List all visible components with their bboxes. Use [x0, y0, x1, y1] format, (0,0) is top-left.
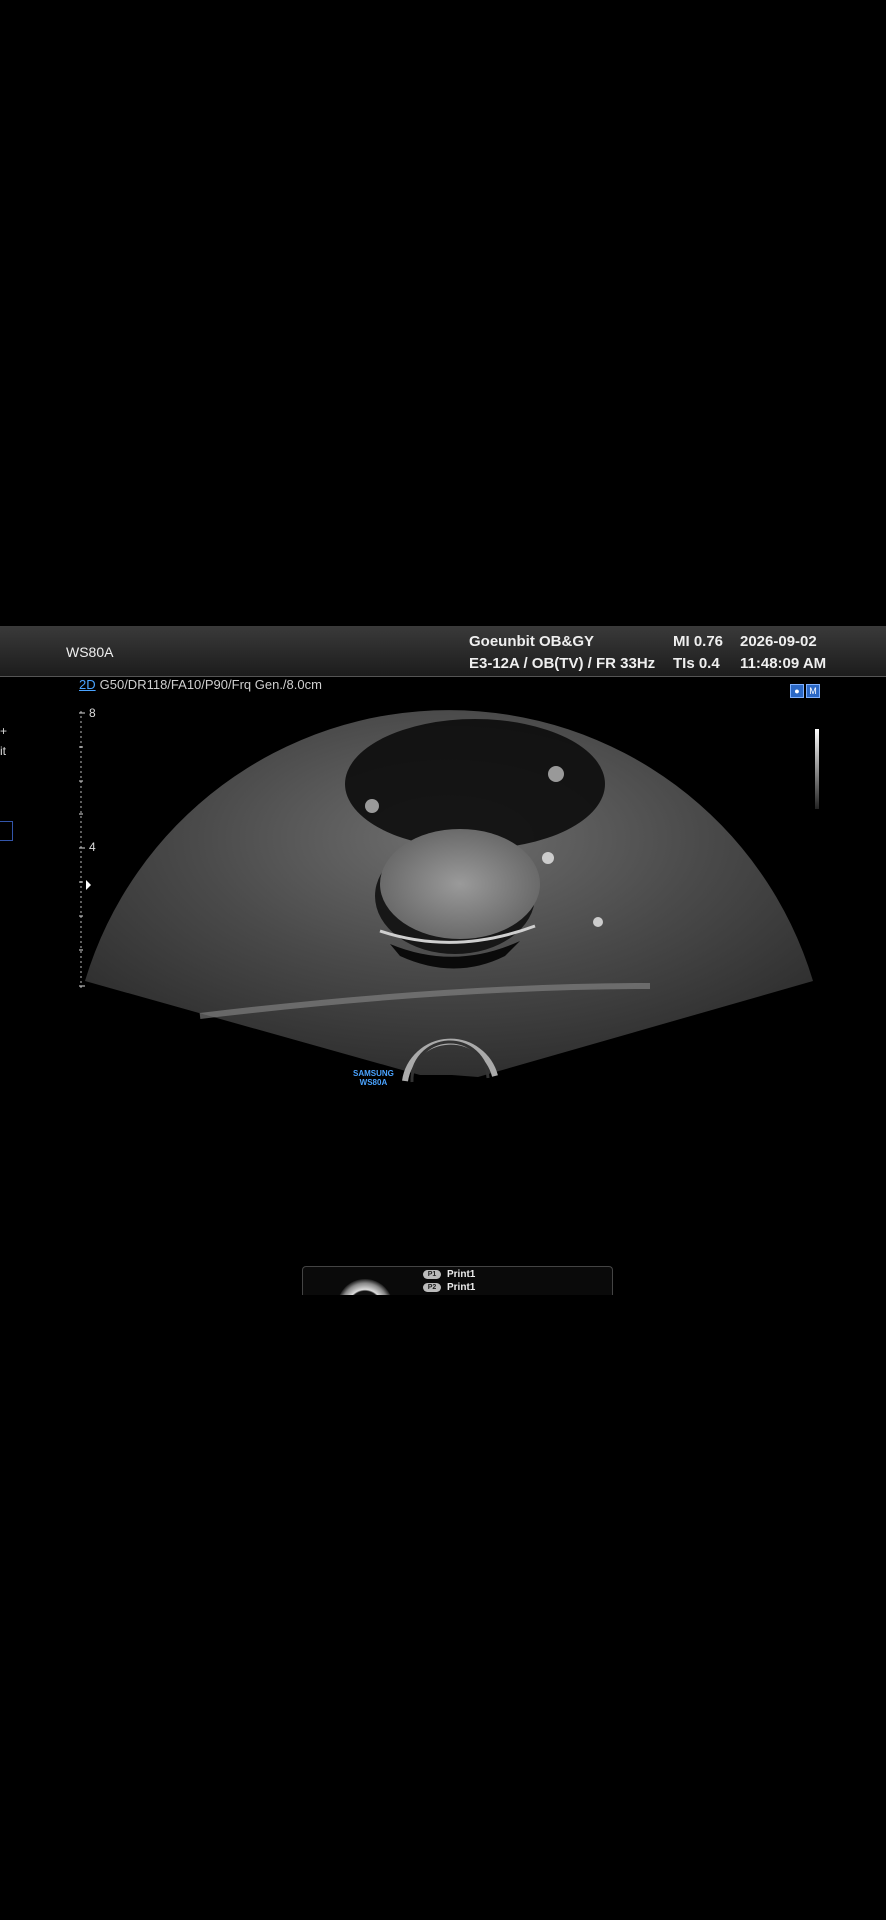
ultrasound-image [85, 710, 813, 1083]
print-row-1[interactable]: P1 Print1 [423, 1269, 475, 1280]
print-panel: P1 Print1 P2 Print1 [302, 1266, 613, 1295]
print-label-1: Print1 [447, 1269, 476, 1280]
print-key-1: P1 [423, 1269, 441, 1279]
samsung-logo: SAMSUNG WS80A [353, 1069, 394, 1087]
print-row-2[interactable]: P2 Print1 [423, 1282, 475, 1293]
print-label-2: Print1 [447, 1282, 476, 1293]
print-key-2: P2 [423, 1282, 441, 1292]
dial-knob[interactable] [337, 1279, 393, 1295]
ultrasound-screen: WS80A Goeunbit OB&GY E3-12A / OB(TV) / F… [0, 626, 886, 1295]
